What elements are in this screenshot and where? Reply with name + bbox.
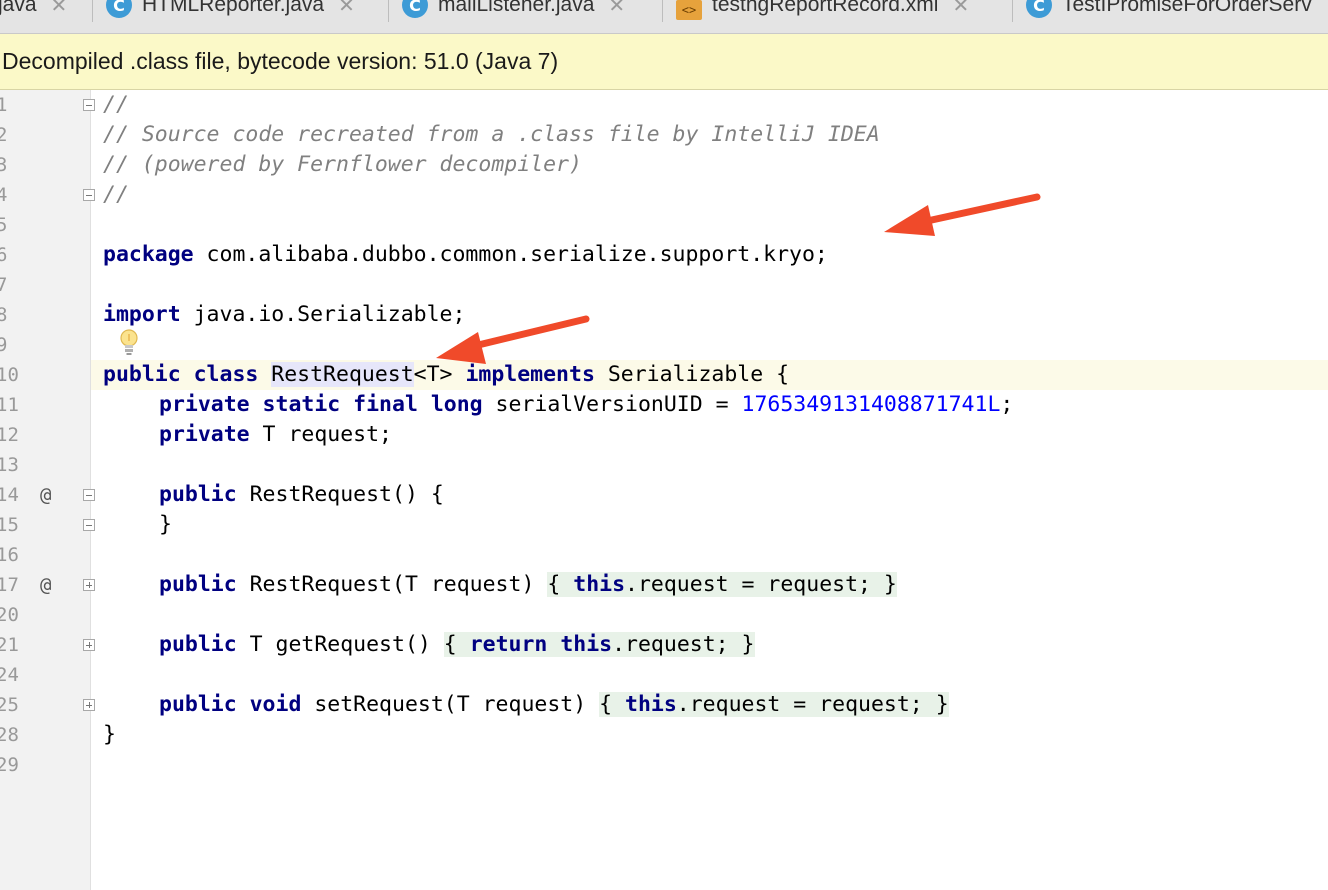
arrow-icon bbox=[884, 193, 1041, 236]
arrow-icon bbox=[436, 315, 590, 364]
annotation-arrows bbox=[436, 193, 1041, 364]
